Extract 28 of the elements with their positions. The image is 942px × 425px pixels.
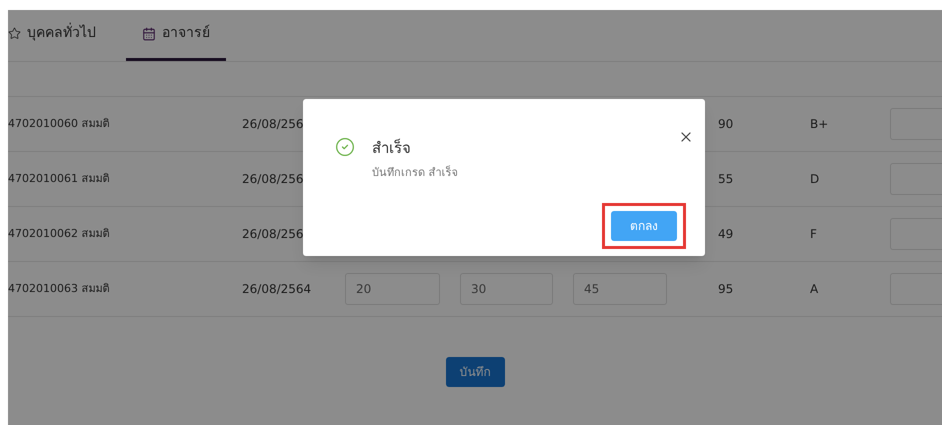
student-name: 4702010060 สมมติ bbox=[8, 116, 110, 132]
save-button[interactable]: บันทึก bbox=[446, 357, 504, 387]
student-name: 4702010061 สมมติ bbox=[8, 170, 110, 187]
date-text: 26/08/256 bbox=[241, 226, 305, 243]
total-score: 55 bbox=[717, 171, 734, 188]
star-icon bbox=[8, 27, 21, 40]
student-name: 4702010062 สมมติ bbox=[8, 226, 110, 242]
score-field[interactable]: 30 bbox=[460, 273, 553, 305]
ok-button[interactable]: ตกลง bbox=[611, 211, 677, 241]
date-text: 26/08/256 bbox=[241, 171, 305, 188]
total-score: 95 bbox=[717, 281, 734, 298]
grade-text: B+ bbox=[809, 116, 830, 133]
grade-text: A bbox=[809, 281, 820, 298]
dialog-message: บันทึกเกรด สำเร็จ bbox=[372, 165, 458, 181]
date-text: 26/08/256 bbox=[241, 116, 305, 133]
total-score: 90 bbox=[717, 116, 734, 133]
dialog-title: สำเร็จ bbox=[372, 138, 411, 159]
grade-text: D bbox=[809, 171, 820, 188]
success-icon bbox=[335, 137, 355, 157]
tab[interactable]: อาจารย์ bbox=[126, 10, 226, 61]
score-field[interactable]: 45 bbox=[573, 273, 667, 305]
tab[interactable]: บุคคลทั่วไป bbox=[8, 10, 106, 61]
calendar-icon bbox=[142, 26, 156, 40]
grade-text: F bbox=[809, 226, 818, 243]
date-text: 26/08/2564 bbox=[241, 281, 312, 298]
score-field[interactable]: 20 bbox=[345, 273, 440, 305]
total-score: 49 bbox=[717, 226, 734, 243]
student-name: 4702010063 สมมติ bbox=[8, 280, 110, 297]
